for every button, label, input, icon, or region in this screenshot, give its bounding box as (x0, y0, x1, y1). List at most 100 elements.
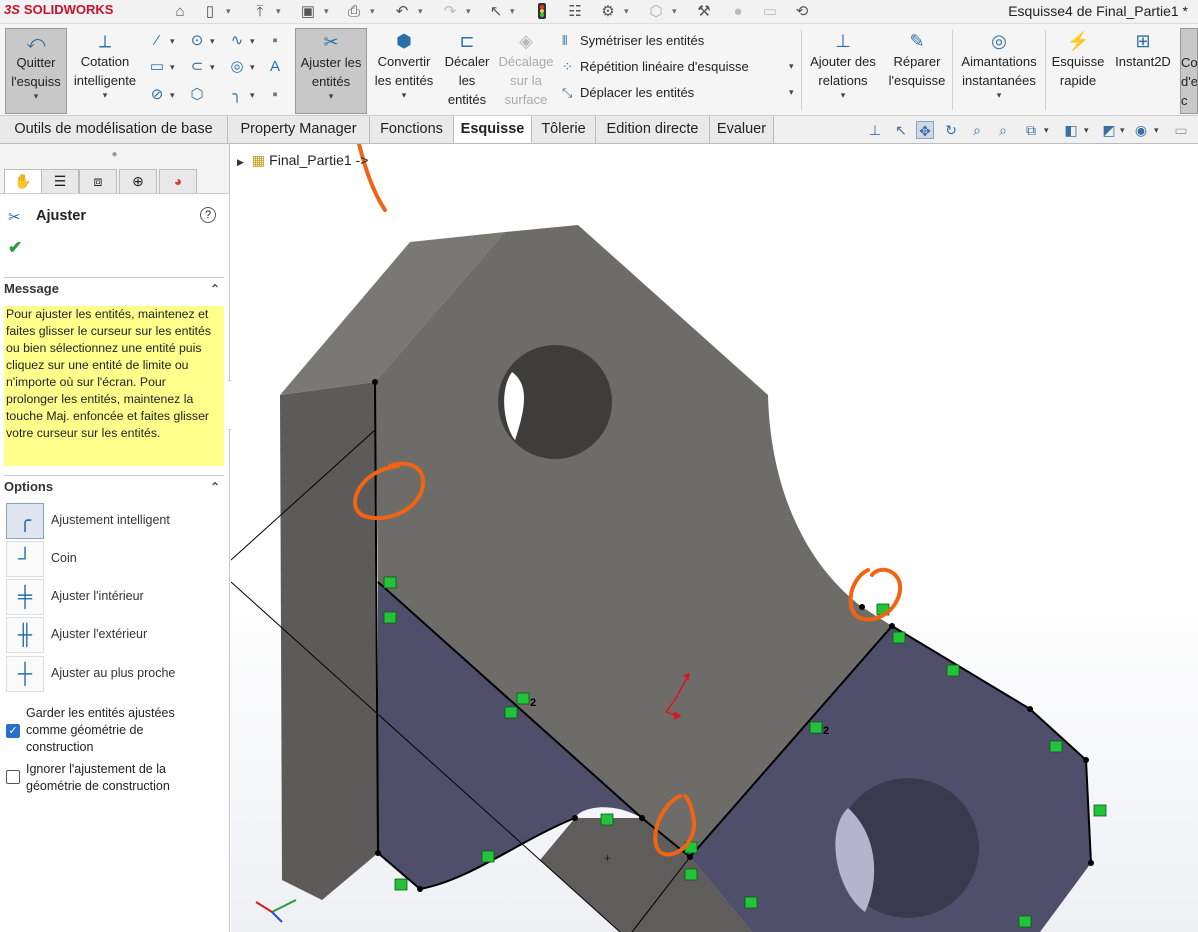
chevron-down-icon[interactable]: ▾ (210, 62, 215, 73)
panel-grip[interactable]: ● (0, 144, 229, 166)
line-icon[interactable]: ⁄ (148, 32, 166, 50)
instant2d-button[interactable]: ⊞ Instant2D (1110, 28, 1176, 114)
feature-manager-tab-icon[interactable]: ✋ (4, 169, 42, 193)
select-icon[interactable]: ↖ (486, 2, 506, 22)
component-dropdown-icon[interactable]: ▾ (672, 6, 677, 17)
chevron-down-icon[interactable]: ▾ (170, 36, 175, 47)
graphics-area[interactable]: 2 2 + ▶ ▦ Final_Partie1 -> (231, 144, 1198, 932)
chevron-down-icon[interactable]: ▾ (250, 62, 255, 73)
option-smart-trim[interactable]: ╭ Ajustement intelligent (6, 503, 226, 539)
chevron-down-icon[interactable]: ▾ (170, 90, 175, 101)
offset-entities-button[interactable]: ⊏ Décaler les entités (440, 28, 494, 114)
file-properties-icon[interactable]: ☷ (565, 2, 585, 22)
expand-icon[interactable]: ▶ (237, 157, 244, 167)
rectangle-icon[interactable]: ▭ (148, 58, 166, 76)
point-grid-icon[interactable]: ▪ (266, 32, 284, 50)
display-manager-tab-icon[interactable]: ◕ (159, 169, 197, 193)
ignore-construction-checkbox[interactable] (6, 770, 20, 784)
print-dropdown-icon[interactable]: ▾ (370, 6, 375, 17)
options-section-header[interactable]: Options ⌃ (4, 475, 224, 497)
options-dropdown-icon[interactable]: ▾ (624, 6, 629, 17)
overflow-button[interactable]: Co d'e c (1180, 28, 1198, 114)
tab-features[interactable]: Fonctions (370, 116, 454, 143)
chevron-down-icon[interactable]: ▾ (1154, 125, 1159, 136)
appearance-icon[interactable]: ▭ (1172, 121, 1190, 139)
add-relations-button[interactable]: ⊥ Ajouter des relations ▾ (805, 28, 881, 114)
redo-dropdown-icon[interactable]: ▾ (466, 6, 471, 17)
appearance-icon[interactable]: ● (728, 2, 748, 22)
chevron-down-icon[interactable]: ▾ (250, 36, 255, 47)
chevron-down-icon[interactable]: ▾ (1120, 125, 1125, 136)
linear-pattern-button[interactable]: ⁘ Répétition linéaire d'esquisse (562, 56, 749, 78)
home-icon[interactable]: ⌂ (170, 2, 190, 22)
options-icon[interactable]: ⚙ (598, 2, 618, 22)
circle-icon[interactable]: ⊙ (188, 32, 206, 50)
section-view-icon[interactable]: ⧉ (1022, 121, 1040, 139)
property-manager-tab-icon[interactable]: ☰ (41, 169, 79, 193)
chevron-down-icon[interactable]: ▾ (170, 62, 175, 73)
ok-button[interactable]: ✔ (8, 238, 22, 258)
normal-to-icon[interactable]: ⊥ (866, 121, 884, 139)
arc-icon[interactable]: ⊘ (148, 86, 166, 104)
offset-surface-button[interactable]: ◈ Décalage sur la surface (496, 28, 556, 114)
rotate-icon[interactable]: ↻ (942, 121, 960, 139)
open-icon[interactable]: ⤒ (250, 2, 270, 22)
display-style-icon[interactable]: ◩ (1100, 121, 1118, 139)
option-trim-closest[interactable]: ┼ Ajuster au plus proche (6, 656, 226, 692)
quick-snaps-button[interactable]: ◎ Aimantations instantanées ▾ (955, 28, 1043, 114)
decal-icon[interactable]: ▭ (760, 2, 780, 22)
view-orientation-icon[interactable]: ◧ (1062, 121, 1080, 139)
pan-icon[interactable]: ✥ (916, 121, 934, 139)
tools-icon[interactable]: ⚒ (694, 2, 714, 22)
tab-evaluate[interactable]: Evaluer (710, 116, 774, 143)
mirror-entities-button[interactable]: ⫴ Symétriser les entités (562, 30, 704, 52)
quit-sketch-button[interactable]: ⤺ Quitter l'esquiss ▾ (5, 28, 67, 114)
component-icon[interactable]: ⬡ (646, 2, 666, 22)
message-section-header[interactable]: Message ⌃ (4, 277, 224, 299)
polygon-icon[interactable]: ⬡ (188, 86, 206, 104)
tab-direct-editing[interactable]: Edition directe (596, 116, 710, 143)
chevron-down-icon[interactable]: ▾ (1044, 125, 1049, 136)
slot-icon[interactable]: ⊂ (188, 58, 206, 76)
open-dropdown-icon[interactable]: ▾ (276, 6, 281, 17)
trim-entities-button[interactable]: ✂ Ajuster les entités ▾ (295, 28, 367, 114)
redo-icon[interactable]: ↷ (440, 2, 460, 22)
chevron-down-icon[interactable]: ▾ (789, 87, 794, 98)
hide-show-icon[interactable]: ◉ (1132, 121, 1150, 139)
zoom-area-icon[interactable]: ⌕ (994, 121, 1012, 139)
chevron-down-icon[interactable]: ▾ (250, 90, 255, 101)
dimxpert-tab-icon[interactable]: ⊕ (119, 169, 157, 193)
convert-entities-button[interactable]: ⬢ Convertir les entités ▾ (371, 28, 437, 114)
text-icon[interactable]: A (266, 58, 284, 76)
option-trim-inside[interactable]: ╪ Ajuster l'intérieur (6, 579, 226, 615)
save-icon[interactable]: ▣ (298, 2, 318, 22)
ellipse-icon[interactable]: ◎ (228, 58, 246, 76)
point-icon[interactable]: ▪ (266, 86, 284, 104)
rebuild-icon[interactable] (532, 2, 552, 22)
chevron-down-icon[interactable]: ▾ (789, 61, 794, 72)
keep-trimmed-checkbox[interactable]: ✓ (6, 724, 20, 738)
fillet-icon[interactable]: ╮ (228, 86, 246, 104)
smart-dimension-button[interactable]: ⟂ Cotation intelligente ▾ (69, 28, 141, 114)
select-arrow-icon[interactable]: ↖ (892, 121, 910, 139)
feature-tree-root[interactable]: ▶ ▦ Final_Partie1 -> (237, 152, 368, 169)
zoom-icon[interactable]: ⌕ (968, 121, 986, 139)
spline-icon[interactable]: ∿ (228, 32, 246, 50)
print-icon[interactable]: ⎙ (344, 2, 364, 22)
tab-sheet-metal[interactable]: Tôlerie (532, 116, 596, 143)
chevron-down-icon[interactable]: ▾ (1084, 125, 1089, 136)
rapid-sketch-button[interactable]: ⚡ Esquisse rapide (1048, 28, 1108, 114)
new-dropdown-icon[interactable]: ▾ (226, 6, 231, 17)
tab-modeling-tools[interactable]: Outils de modélisation de base (0, 116, 228, 143)
tab-property-manager[interactable]: Property Manager (228, 116, 370, 143)
chevron-down-icon[interactable]: ▾ (210, 36, 215, 47)
new-document-icon[interactable]: ▯ (200, 2, 220, 22)
repair-sketch-button[interactable]: ✎ Réparer l'esquisse (885, 28, 949, 114)
undo-icon[interactable]: ↶ (392, 2, 412, 22)
help-icon[interactable]: ? (200, 207, 216, 223)
move-entities-button[interactable]: ⤡ Déplacer les entités (562, 82, 694, 104)
macro-icon[interactable]: ⟲ (792, 2, 812, 22)
tab-sketch[interactable]: Esquisse (454, 116, 532, 143)
select-dropdown-icon[interactable]: ▾ (510, 6, 515, 17)
save-dropdown-icon[interactable]: ▾ (324, 6, 329, 17)
